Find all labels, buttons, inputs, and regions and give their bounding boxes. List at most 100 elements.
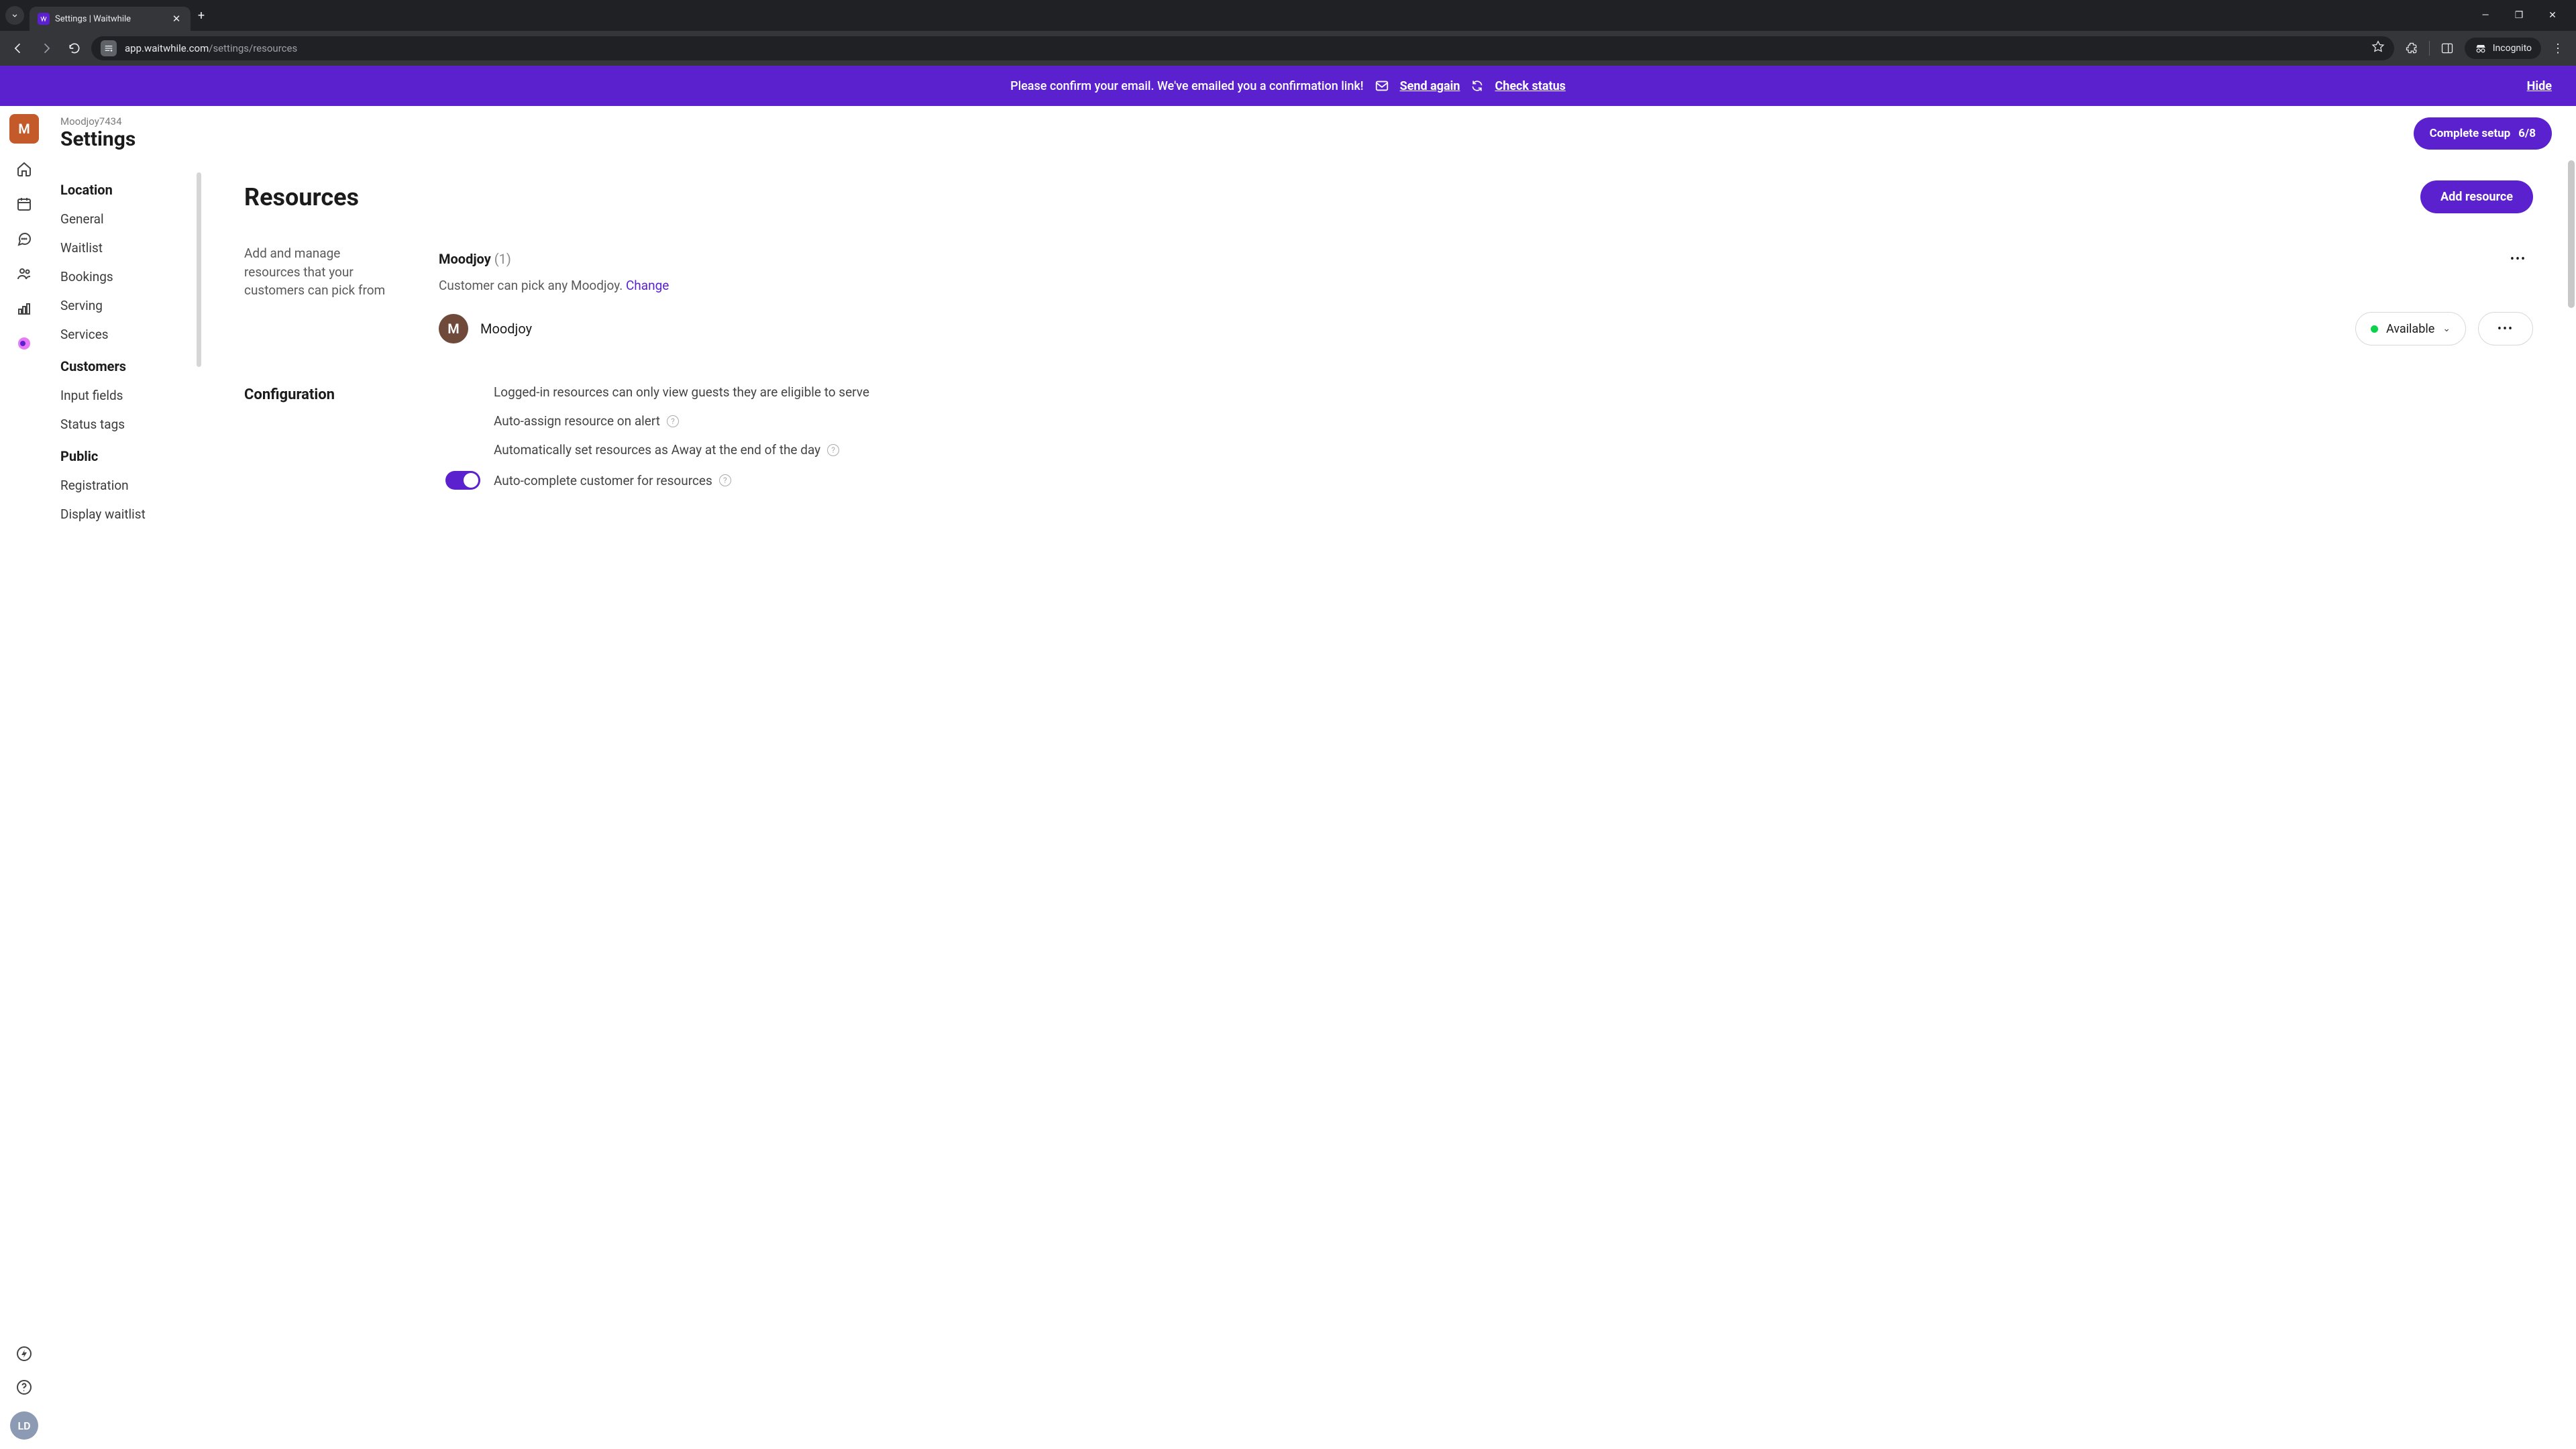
sidebar-item-input-fields[interactable]: Input fields: [60, 381, 201, 410]
group-more-button[interactable]: •••: [2504, 244, 2533, 274]
resource-avatar: M: [439, 314, 468, 343]
sidebar-heading-location: Location: [60, 182, 201, 198]
config-row: Auto-complete customer for resources ?: [445, 471, 2533, 490]
config-label: Auto-complete customer for resources ?: [494, 473, 731, 488]
browser-tab[interactable]: Settings | Waitwhile ✕: [30, 7, 191, 31]
left-rail: M: [0, 106, 48, 1449]
sidebar-item-services[interactable]: Services: [60, 320, 201, 349]
help-icon[interactable]: ?: [719, 474, 731, 486]
status-label: Available: [2386, 322, 2434, 336]
resource-item: M Moodjoy Available ⌄ •••: [439, 312, 2533, 345]
page-title: Settings: [60, 127, 136, 151]
main-header: Resources Add resource: [244, 180, 2533, 213]
resource-name: Moodjoy: [480, 321, 532, 337]
calendar-icon[interactable]: [15, 195, 34, 213]
chat-icon[interactable]: [15, 229, 34, 248]
setup-label: Complete setup: [2430, 127, 2511, 140]
window-controls: ― ❐ ✕: [2475, 10, 2571, 21]
help-icon[interactable]: ?: [827, 444, 839, 456]
browser-menu-icon[interactable]: ⋮: [2552, 42, 2564, 56]
section-description: Add and manage resources that your custo…: [244, 244, 398, 345]
sidebar-heading-customers: Customers: [60, 358, 201, 374]
status-dropdown[interactable]: Available ⌄: [2355, 312, 2466, 345]
org-name: Moodjoy7434: [60, 115, 136, 127]
waitwhile-favicon: [38, 13, 50, 25]
main-content[interactable]: Resources Add resource Add and manage re…: [201, 160, 2576, 1449]
check-status-link[interactable]: Check status: [1495, 79, 1565, 93]
resource-group-title: Moodjoy (1): [439, 251, 511, 267]
sidepanel-icon[interactable]: [2440, 42, 2454, 55]
workspace: Moodjoy7434 Settings Complete setup 6/8 …: [48, 106, 2576, 1449]
window-minimize-button[interactable]: ―: [2475, 10, 2496, 21]
email-confirm-banner: Please confirm your email. We've emailed…: [0, 66, 2576, 106]
nav-reload-button[interactable]: [63, 37, 86, 60]
complete-setup-button[interactable]: Complete setup 6/8: [2414, 117, 2552, 150]
sidebar-item-display-waitlist[interactable]: Display waitlist: [60, 500, 201, 529]
sidebar-item-waitlist[interactable]: Waitlist: [60, 233, 201, 262]
sidebar-item-serving[interactable]: Serving: [60, 291, 201, 320]
window-maximize-button[interactable]: ❐: [2509, 10, 2529, 21]
sidebar-item-general[interactable]: General: [60, 205, 201, 233]
sidebar-item-bookings[interactable]: Bookings: [60, 262, 201, 291]
nav-forward-button: [35, 37, 58, 60]
tab-strip: Settings | Waitwhile ✕ + ― ❐ ✕: [0, 0, 2576, 31]
setup-count: 6/8: [2518, 127, 2536, 140]
close-tab-icon[interactable]: ✕: [170, 13, 182, 25]
config-label: Automatically set resources as Away at t…: [494, 442, 839, 458]
toggle-switch[interactable]: [445, 471, 480, 490]
people-icon[interactable]: [15, 264, 34, 283]
resource-more-button[interactable]: •••: [2478, 312, 2533, 345]
incognito-chip[interactable]: Incognito: [2465, 38, 2541, 59]
address-bar[interactable]: app.waitwhile.com/settings/resources: [91, 36, 2394, 60]
add-resource-button[interactable]: Add resource: [2420, 180, 2533, 213]
lightning-icon[interactable]: [15, 1344, 34, 1363]
window-close-button[interactable]: ✕: [2542, 10, 2563, 21]
org-avatar[interactable]: M: [9, 114, 39, 144]
tab-title: Settings | Waitwhile: [55, 14, 165, 24]
toolbar-actions: Incognito ⋮: [2400, 38, 2569, 59]
banner-text: Please confirm your email. We've emailed…: [1010, 79, 1363, 93]
page-header: Moodjoy7434 Settings Complete setup 6/8: [48, 106, 2576, 160]
config-row: Auto-assign resource on alert ?: [445, 413, 2533, 429]
app-root: Please confirm your email. We've emailed…: [0, 66, 2576, 1449]
resources-section: Add and manage resources that your custo…: [244, 244, 2533, 345]
resource-group-subtext: Customer can pick any Moodjoy. Change: [439, 278, 2533, 293]
toolbar-divider: [2429, 41, 2430, 56]
app-body: M: [0, 106, 2576, 1449]
browser-toolbar: app.waitwhile.com/settings/resources Inc…: [0, 31, 2576, 66]
analytics-icon[interactable]: [15, 299, 34, 318]
status-dot-icon: [2371, 325, 2378, 333]
incognito-label: Incognito: [2493, 43, 2532, 54]
tabs-dropdown-button[interactable]: [5, 6, 24, 25]
user-avatar[interactable]: LD: [10, 1411, 38, 1440]
config-label: Auto-assign resource on alert ?: [494, 413, 679, 429]
resource-group-header: Moodjoy (1) •••: [439, 244, 2533, 274]
config-label: Logged-in resources can only view guests…: [494, 384, 869, 400]
settings-sidebar[interactable]: Location General Waitlist Bookings Servi…: [48, 160, 201, 1449]
new-tab-button[interactable]: +: [191, 9, 212, 23]
settings-gear-icon[interactable]: [15, 334, 34, 353]
help-icon[interactable]: [15, 1378, 34, 1397]
bookmark-star-icon[interactable]: [2371, 40, 2385, 56]
configuration-section: Configuration Logged-in resources can on…: [244, 384, 2533, 490]
chevron-down-icon: ⌄: [2443, 323, 2451, 334]
hide-banner-link[interactable]: Hide: [2527, 79, 2552, 93]
site-settings-icon[interactable]: [101, 40, 117, 56]
main-title: Resources: [244, 183, 359, 211]
sidebar-item-registration[interactable]: Registration: [60, 471, 201, 500]
sidebar-item-status-tags[interactable]: Status tags: [60, 410, 201, 439]
content-row: Location General Waitlist Bookings Servi…: [48, 160, 2576, 1449]
config-row: Automatically set resources as Away at t…: [445, 442, 2533, 458]
change-link[interactable]: Change: [626, 278, 669, 293]
config-heading: Configuration: [244, 384, 398, 490]
browser-chrome: Settings | Waitwhile ✕ + ― ❐ ✕ app.waitw…: [0, 0, 2576, 66]
url-text: app.waitwhile.com/settings/resources: [125, 42, 2363, 54]
extensions-icon[interactable]: [2405, 42, 2418, 55]
send-again-link[interactable]: Send again: [1400, 79, 1460, 93]
home-icon[interactable]: [15, 160, 34, 178]
mail-icon: [1375, 78, 1389, 93]
sidebar-heading-public: Public: [60, 448, 201, 464]
help-icon[interactable]: ?: [667, 415, 679, 427]
refresh-icon: [1470, 79, 1484, 93]
nav-back-button[interactable]: [7, 37, 30, 60]
